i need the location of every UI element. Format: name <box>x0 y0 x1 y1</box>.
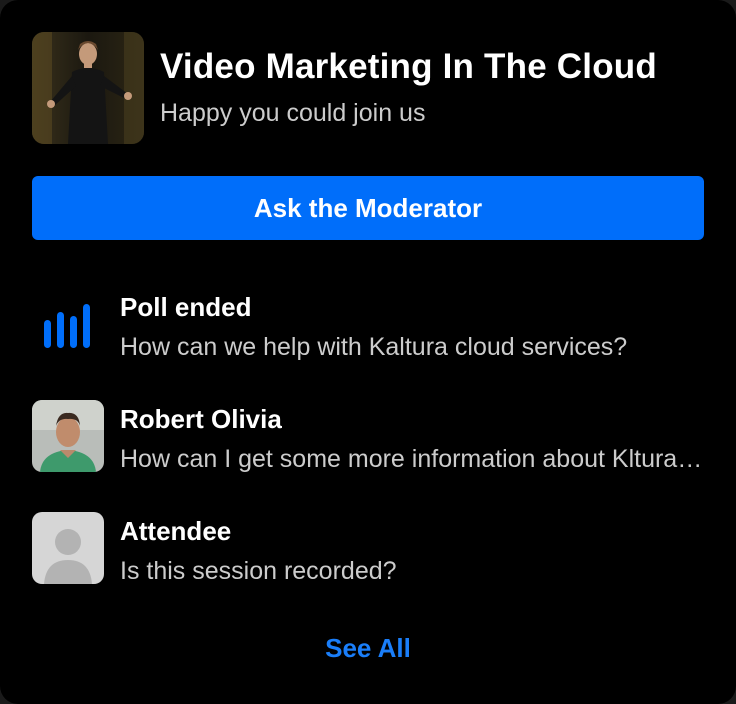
item-message: Is this session recorded? <box>120 557 397 585</box>
session-titles: Video Marketing In The Cloud Happy you c… <box>160 32 657 130</box>
session-title: Video Marketing In The Cloud <box>160 47 657 86</box>
session-subtitle: Happy you could join us <box>160 99 426 127</box>
list-item-question[interactable]: Robert Olivia How can I get some more in… <box>32 400 704 512</box>
item-message: How can we help with Kaltura cloud servi… <box>120 333 628 361</box>
item-title: Attendee <box>120 516 232 546</box>
item-title: Robert Olivia <box>120 404 282 434</box>
item-message: How can I get some more information abou… <box>120 445 704 473</box>
default-avatar-icon <box>32 512 104 584</box>
see-all-link[interactable]: See All <box>0 628 736 668</box>
session-thumbnail <box>32 32 144 144</box>
list-item-question[interactable]: Attendee Is this session recorded? <box>32 512 704 624</box>
list-item-poll[interactable]: Poll ended How can we help with Kaltura … <box>32 288 704 400</box>
session-header: Video Marketing In The Cloud Happy you c… <box>32 32 657 144</box>
avatar <box>32 400 104 472</box>
ask-moderator-button[interactable]: Ask the Moderator <box>32 176 704 240</box>
activity-feed: Poll ended How can we help with Kaltura … <box>32 288 704 624</box>
item-title: Poll ended <box>120 292 252 322</box>
poll-icon <box>32 288 104 360</box>
engagement-card: Video Marketing In The Cloud Happy you c… <box>0 0 736 704</box>
